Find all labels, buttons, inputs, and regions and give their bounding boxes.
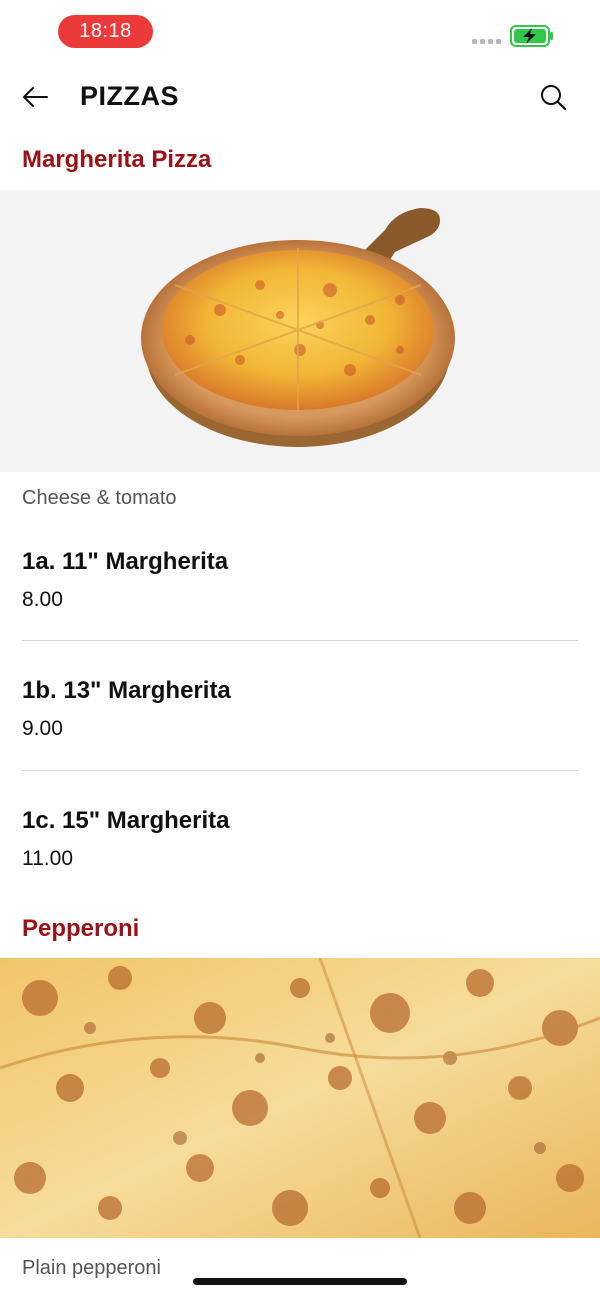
search-icon[interactable] (538, 82, 568, 112)
signal-icon (472, 39, 501, 44)
home-indicator[interactable] (193, 1278, 407, 1285)
margherita-pizza-image (0, 190, 600, 472)
item-name: 1b. 13" Margherita (22, 677, 231, 704)
item-name: 1c. 15" Margherita (22, 807, 230, 834)
menu-item[interactable]: 1a. 11" Margherita 8.00 (22, 548, 578, 676)
menu-item[interactable]: 1b. 13" Margherita 9.00 (22, 677, 578, 805)
section-description-margherita: Cheese & tomato (22, 487, 177, 509)
section-description-pepperoni: Plain pepperoni (22, 1257, 161, 1279)
divider (22, 640, 578, 641)
divider (22, 770, 578, 771)
item-price: 8.00 (22, 588, 63, 611)
item-price: 11.00 (22, 847, 73, 870)
section-title-margherita: Margherita Pizza (22, 146, 212, 173)
status-time: 18:18 (58, 15, 153, 48)
pepperoni-pizza-image (0, 958, 600, 1238)
page-title: PIZZAS (80, 81, 180, 111)
status-bar: 18:18 (0, 0, 600, 64)
back-arrow-icon[interactable] (20, 82, 50, 112)
app-header: PIZZAS (0, 64, 600, 134)
battery-charging-icon (510, 25, 553, 47)
section-title-pepperoni: Pepperoni (22, 915, 140, 942)
item-name: 1a. 11" Margherita (22, 548, 229, 575)
item-price: 9.00 (22, 717, 63, 740)
